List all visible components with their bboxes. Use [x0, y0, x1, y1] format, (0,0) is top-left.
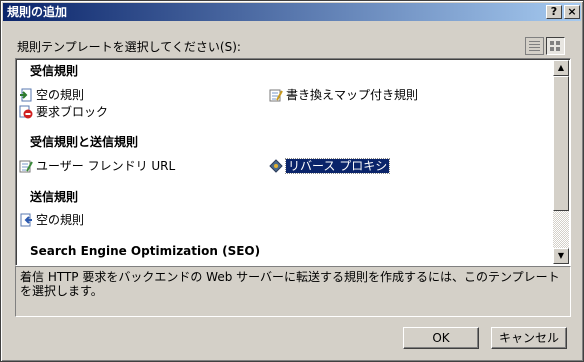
template-item-friendly-url[interactable]: ユーザー フレンドリ URL — [18, 158, 175, 174]
template-item-outbound-blank[interactable]: 空の規則 — [18, 212, 84, 228]
template-item-label: 空の規則 — [36, 88, 85, 102]
rule-template-list[interactable]: 受信規則 空の規則 書き換えマップ付き規則 要求ブロック 受信規則と送信規則 ユ… — [15, 58, 571, 266]
inbound-rule-icon — [19, 88, 33, 102]
list-vertical-scrollbar[interactable]: ▲ ▼ — [553, 60, 569, 264]
scroll-down-button[interactable]: ▼ — [553, 248, 569, 264]
ok-button[interactable]: OK — [403, 327, 479, 349]
template-item-block-request[interactable]: 要求ブロック — [18, 104, 108, 120]
help-button[interactable]: ? — [546, 5, 562, 19]
cancel-button[interactable]: キャンセル — [491, 327, 567, 349]
section-header-inbound-outbound: 受信規則と送信規則 — [30, 135, 139, 149]
template-description: 着信 HTTP 要求をバックエンドの Web サーバーに転送する規則を作成するに… — [15, 266, 571, 317]
template-item-label: リバース プロキシ — [284, 158, 391, 174]
reverse-proxy-icon — [269, 159, 283, 173]
close-button[interactable]: × — [564, 5, 580, 19]
template-item-label: 要求ブロック — [36, 105, 109, 119]
add-rule-dialog: 規則の追加 ? × 規則テンプレートを選択してください(S): 受信規則 空の規… — [0, 0, 584, 362]
tiles-view-button[interactable] — [546, 37, 565, 55]
block-request-icon — [19, 105, 33, 119]
title-bar[interactable]: 規則の追加 ? × — [3, 3, 581, 21]
scroll-up-button[interactable]: ▲ — [553, 60, 569, 76]
section-header-inbound: 受信規則 — [30, 64, 79, 78]
template-item-label: ユーザー フレンドリ URL — [36, 159, 176, 173]
details-view-button[interactable] — [525, 37, 544, 55]
template-item-rewrite-map[interactable]: 書き換えマップ付き規則 — [268, 87, 418, 103]
rewrite-map-icon — [269, 88, 283, 102]
scroll-thumb[interactable] — [553, 76, 569, 211]
section-header-outbound: 送信規則 — [30, 190, 79, 204]
template-item-reverse-proxy[interactable]: リバース プロキシ — [268, 158, 391, 174]
tiles-view-icon — [550, 41, 561, 51]
details-view-icon — [529, 41, 540, 51]
window-title: 規則の追加 — [7, 5, 68, 19]
template-item-label: 空の規則 — [36, 213, 85, 227]
template-item-inbound-blank[interactable]: 空の規則 — [18, 87, 84, 103]
section-header-seo: Search Engine Optimization (SEO) — [30, 244, 261, 258]
friendly-url-icon — [19, 159, 33, 173]
template-prompt-label: 規則テンプレートを選択してください(S): — [17, 40, 241, 54]
template-item-label: 書き換えマップ付き規則 — [286, 88, 419, 102]
outbound-rule-icon — [19, 213, 33, 227]
